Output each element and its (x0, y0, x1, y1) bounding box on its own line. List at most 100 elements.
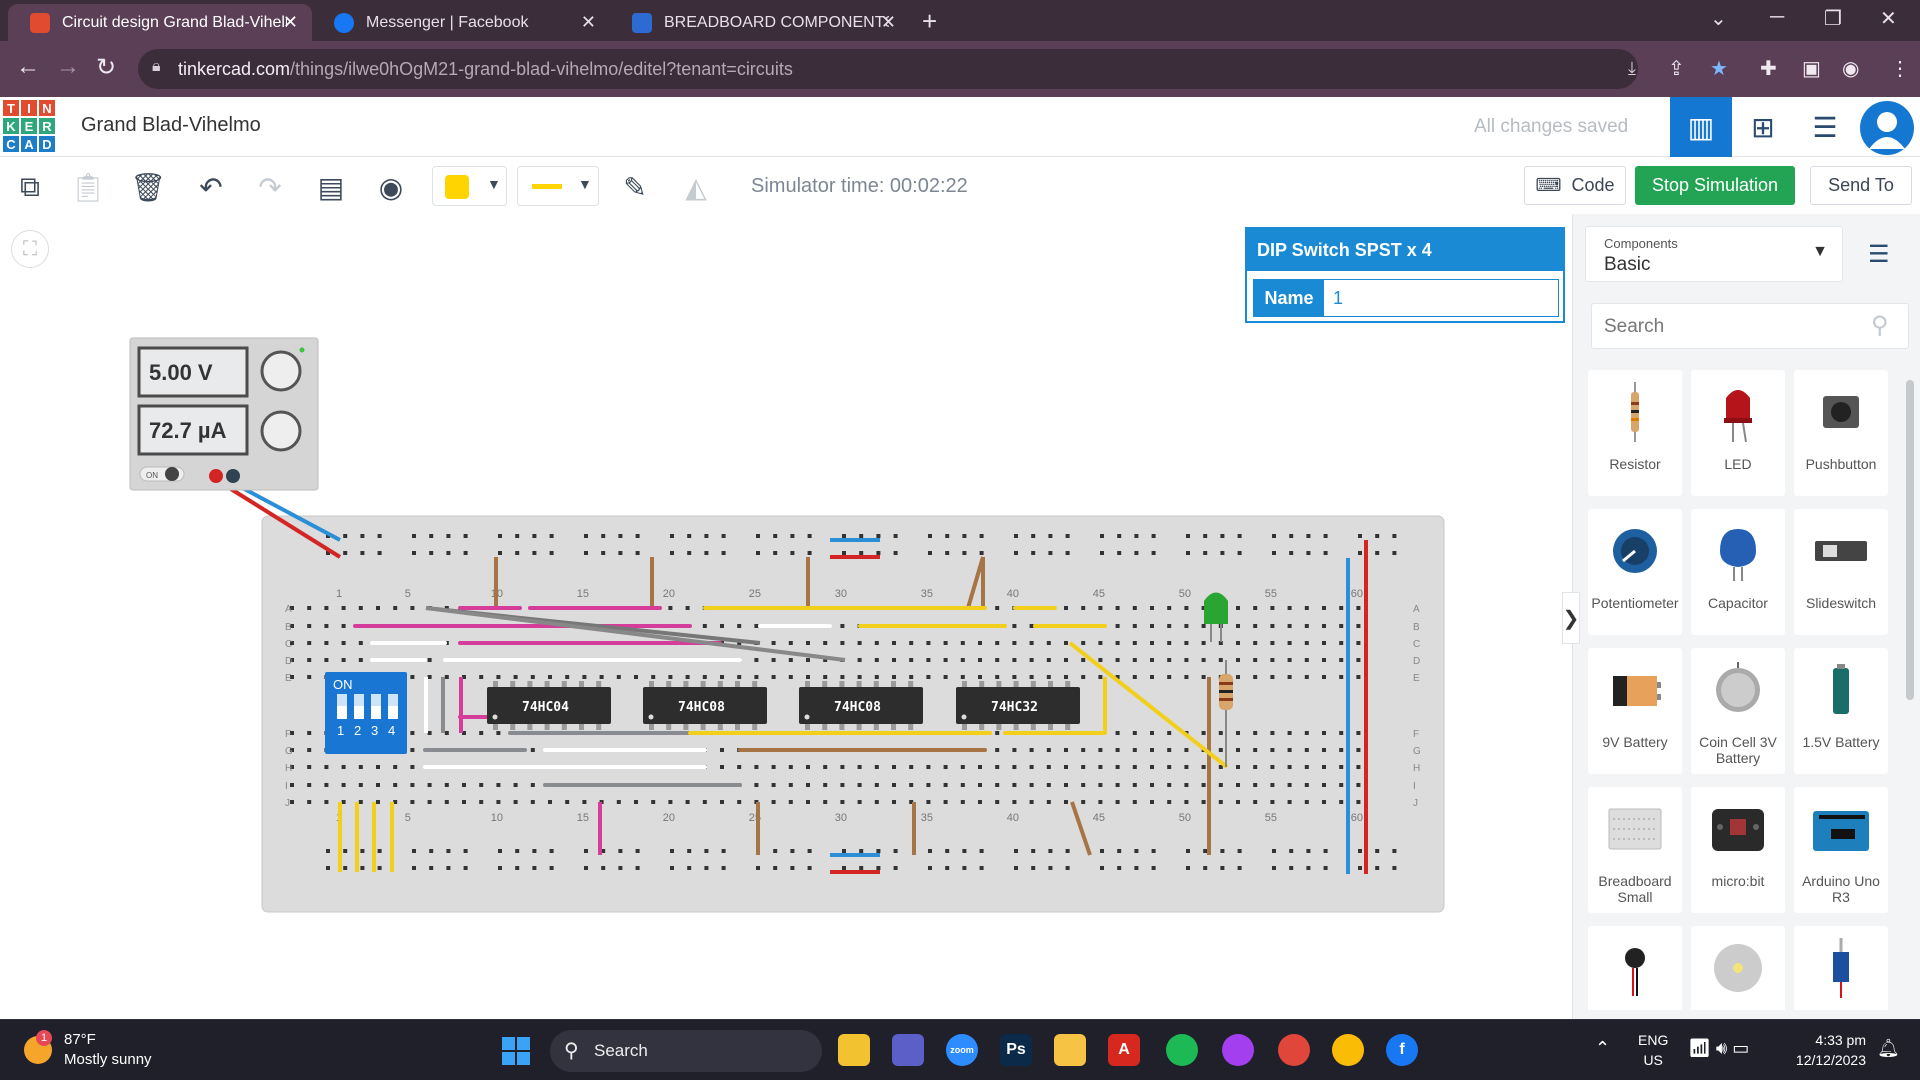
component-tile[interactable]: Arduino Uno R3 (1794, 787, 1888, 913)
paste-icon[interactable]: 📋︎ (68, 167, 108, 207)
components-category-select[interactable]: Components Basic ▼ (1585, 226, 1843, 282)
component-tile[interactable]: micro:bit (1691, 787, 1785, 913)
taskbar-search[interactable]: ⚲ Search (550, 1030, 822, 1072)
facebook-icon[interactable]: f (1386, 1034, 1418, 1066)
close-icon[interactable]: ✕ (581, 12, 596, 33)
component-tile[interactable]: Breadboard Small (1588, 787, 1682, 913)
profile-avatar-icon[interactable]: ◉ (1842, 56, 1859, 81)
undo-icon[interactable]: ↶ (191, 167, 231, 207)
component-list-icon[interactable]: ☰ (1794, 97, 1856, 157)
back-arrow-icon[interactable]: ← (16, 53, 40, 81)
circuit-canvas[interactable]: 1155101015152020252530303535404045455050… (0, 214, 1572, 1019)
hole (1287, 748, 1292, 752)
component-tile[interactable]: Slideswitch (1794, 509, 1888, 635)
component-tile[interactable]: LED (1691, 370, 1785, 496)
search-icon[interactable]: ⚲ (1871, 311, 1889, 340)
component-tile[interactable]: Resistor (1588, 370, 1682, 496)
component-tile[interactable]: 9V Battery (1588, 648, 1682, 774)
browser-tab-messenger[interactable]: Messenger | Facebook ✕ (312, 4, 610, 41)
component-tile[interactable]: Pushbutton (1794, 370, 1888, 496)
send-to-button[interactable]: Send To (1810, 166, 1912, 205)
component-tile[interactable] (1691, 926, 1785, 1010)
ic-pin (752, 681, 758, 687)
url-field[interactable]: 🔒︎ tinkercad.com/things/ilwe0hOgM21-gran… (138, 49, 1638, 89)
share-icon[interactable]: ⇪ (1668, 56, 1685, 81)
file-explorer-icon[interactable] (838, 1034, 870, 1066)
photoshop-icon[interactable]: Ps (1000, 1034, 1032, 1066)
extensions-puzzle-icon[interactable]: ✚ (1760, 56, 1777, 81)
tray-overflow-chevron-icon[interactable]: ⌃ (1595, 1038, 1610, 1059)
wifi-volume-battery-icon[interactable]: 📶︎ 🔊︎ ▭ (1688, 1038, 1749, 1059)
notification-bell-icon[interactable]: 🔔︎ (1877, 1038, 1900, 1059)
design-title[interactable]: Grand Blad-Vihelmo (81, 114, 261, 137)
messenger-icon[interactable] (1222, 1034, 1254, 1066)
note-visibility-icon[interactable]: ◉ (371, 167, 411, 207)
copy-icon[interactable]: ⧉ (10, 167, 50, 207)
windows-start-icon[interactable] (502, 1037, 530, 1065)
meet-icon[interactable] (892, 1034, 924, 1066)
bookmark-star-icon[interactable]: ★ (1710, 56, 1728, 81)
tinkercad-logo[interactable]: TINKERCAD (2, 99, 56, 153)
new-tab-button[interactable]: + (922, 6, 937, 37)
component-tile[interactable] (1794, 926, 1888, 1010)
maximize-icon[interactable]: ❐ (1824, 6, 1842, 31)
circuit-view-icon[interactable]: ▥ (1670, 97, 1732, 157)
component-tile[interactable] (1588, 926, 1682, 1010)
zoom-icon[interactable]: zoom (946, 1034, 978, 1066)
green-led[interactable] (1204, 592, 1228, 625)
acrobat-icon[interactable]: A (1108, 1034, 1140, 1066)
wire-color-picker[interactable]: ▼ (517, 166, 599, 206)
component-tile[interactable]: Potentiometer (1588, 509, 1682, 635)
name-input[interactable]: 1 (1324, 280, 1558, 316)
wire-pen-icon[interactable]: ✎ (615, 167, 655, 207)
install-icon[interactable]: ⤓ (1628, 58, 1636, 79)
chip-label: 74HC08 (834, 700, 881, 715)
close-icon[interactable]: ✕ (881, 12, 896, 33)
chrome-profile-icon[interactable] (1332, 1034, 1364, 1066)
tab-search-chevron-icon[interactable]: ⌄ (1710, 6, 1727, 31)
browser-tab-breadboard[interactable]: BREADBOARD COMPONENTS & ✕ (610, 4, 910, 41)
component-tile[interactable]: Capacitor (1691, 509, 1785, 635)
list-view-icon[interactable]: ☰ (1868, 240, 1890, 269)
windows-taskbar: 1 87°F Mostly sunny ⚲ Search zoom Ps Af ⌃ … (0, 1019, 1920, 1080)
sidepanel-icon[interactable]: ▣ (1802, 56, 1821, 81)
hole (771, 658, 776, 662)
redo-icon[interactable]: ↷ (250, 167, 290, 207)
hole (1339, 675, 1344, 679)
window-close-icon[interactable]: ✕ (1880, 6, 1897, 31)
mirror-icon[interactable]: ◭ (676, 167, 716, 207)
hole (1132, 800, 1137, 804)
code-button[interactable]: ⌨︎ Code (1524, 166, 1626, 205)
language-indicator[interactable]: ENG US (1638, 1030, 1668, 1070)
positive-terminal[interactable] (209, 469, 223, 483)
delete-trash-icon[interactable]: 🗑︎ (128, 167, 168, 207)
component-tile[interactable]: 1.5V Battery (1794, 648, 1888, 774)
user-avatar[interactable] (1860, 101, 1914, 155)
browser-tab-tinkercad[interactable]: Circuit design Grand Blad-Vihelmo ✕ (8, 4, 312, 41)
system-clock[interactable]: 4:33 pm 12/12/2023 (1786, 1030, 1866, 1070)
component-search-input[interactable]: Search (1591, 303, 1909, 349)
forward-arrow-icon[interactable]: → (56, 53, 80, 81)
notes-icon[interactable]: ▤ (311, 167, 351, 207)
circuit-workplane[interactable]: ⛶ 11551010151520202525303035354040454550… (0, 214, 1572, 1019)
fill-color-picker[interactable]: ▼ (432, 166, 507, 206)
panel-scrollbar[interactable] (1906, 380, 1914, 700)
schematic-view-icon[interactable]: ⊞ (1732, 97, 1794, 157)
component-tile[interactable]: Coin Cell 3V Battery (1691, 648, 1785, 774)
folder-icon[interactable] (1054, 1034, 1086, 1066)
close-icon[interactable]: ✕ (283, 12, 298, 33)
current-knob[interactable] (260, 410, 302, 452)
voltage-knob[interactable] (260, 350, 302, 392)
minimize-icon[interactable]: ─ (1770, 6, 1784, 29)
reload-icon[interactable]: ↻ (96, 53, 116, 82)
stop-simulation-button[interactable]: Stop Simulation (1635, 166, 1795, 205)
hole (806, 783, 810, 787)
hole (324, 800, 329, 804)
hole (376, 800, 380, 804)
chrome-icon[interactable] (1278, 1034, 1310, 1066)
collapse-panel-chevron-icon[interactable]: ❯ (1562, 592, 1580, 644)
spotify-icon[interactable] (1166, 1034, 1198, 1066)
menu-kebab-icon[interactable]: ⋮ (1890, 56, 1910, 81)
negative-terminal[interactable] (226, 469, 240, 483)
hole (1186, 849, 1190, 853)
